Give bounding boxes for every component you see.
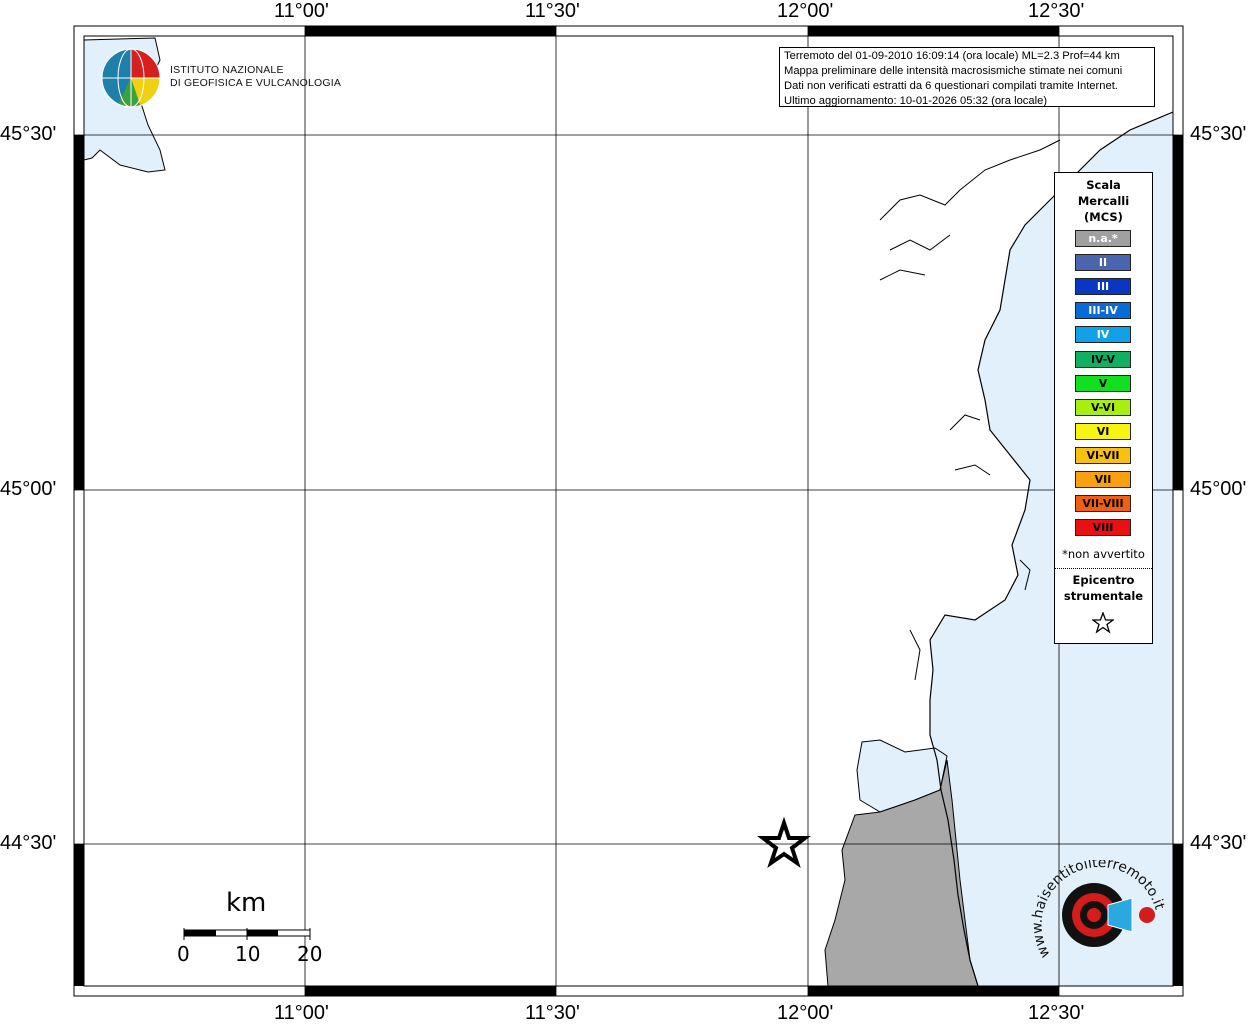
- event-info-line: Mappa preliminare delle intensità macros…: [784, 65, 1123, 77]
- event-info-line: Dati non verificati estratti da 6 questi…: [784, 80, 1118, 92]
- legend-item: V-VI: [1075, 398, 1131, 416]
- legend-item: III-IV: [1075, 302, 1131, 320]
- left-tick-label: 45°30': [0, 123, 57, 145]
- bottom-tick-label: 11°00': [274, 1002, 329, 1024]
- top-tick-label: 12°00': [777, 0, 834, 22]
- legend-item: II: [1075, 254, 1131, 272]
- legend-item: V: [1075, 374, 1131, 392]
- left-tick-label: 45°00': [0, 478, 57, 500]
- legend-title-line: (MCS): [1084, 210, 1123, 224]
- top-tick-label: 12°30': [1028, 0, 1085, 22]
- scale-unit: km: [226, 888, 267, 918]
- legend-title-line: Mercalli: [1077, 194, 1130, 208]
- right-tick-label: 44°30': [1190, 832, 1247, 854]
- legend-item: VIII: [1075, 519, 1131, 537]
- ingv-globe-icon: [101, 48, 161, 108]
- legend-item: IV: [1075, 326, 1131, 344]
- ingv-name-line: DI GEOFISICA E VULCANOLOGIA: [170, 77, 342, 89]
- top-tick-label: 11°00': [274, 0, 329, 22]
- right-tick-label: 45°00': [1190, 478, 1247, 500]
- legend-title-line: Scala: [1086, 178, 1121, 192]
- bottom-tick-label: 11°30': [525, 1002, 580, 1024]
- svg-text:www.haisentitoilterremoto.it: www.haisentitoilterremoto.it: [1030, 860, 1167, 960]
- legend-epicentre-line: strumentale: [1063, 589, 1144, 603]
- event-info-line: Ultimo aggiornamento: 10-01-2026 05:32 (…: [784, 95, 1048, 107]
- legend-item: VII-VIII: [1075, 495, 1131, 513]
- haisentito-logo-text: www.haisentitoilterremoto.it: [1030, 860, 1167, 960]
- legend-epicentre-label: Epicentro strumentale: [1055, 572, 1152, 604]
- scale-bar-graphic: [183, 928, 311, 940]
- legend-item: VII: [1075, 471, 1131, 488]
- legend-item: VI: [1075, 422, 1131, 440]
- bottom-tick-label: 12°00': [777, 1002, 834, 1024]
- ingv-name-line: ISTITUTO NAZIONALE: [170, 64, 284, 76]
- legend-item: n.a.*: [1075, 230, 1131, 247]
- legend-title: Scala Mercalli (MCS): [1055, 177, 1152, 225]
- legend-divider: [1055, 568, 1152, 569]
- event-info-line: Terremoto del 01-09-2010 16:09:14 (ora l…: [784, 50, 1120, 62]
- legend-item: IV-V: [1075, 350, 1131, 368]
- top-tick-label: 11°30': [525, 0, 580, 22]
- event-info-box: Terremoto del 01-09-2010 16:09:14 (ora l…: [779, 47, 1155, 107]
- brand-text: www.haisentitoilterremoto.it: [1030, 860, 1167, 960]
- scale-label: 10: [235, 942, 261, 966]
- left-tick-label: 44°30': [0, 832, 57, 854]
- legend-note: *non avvertito: [1062, 547, 1145, 561]
- scale-bar: km 0 10 20: [170, 886, 330, 976]
- intensity-legend: Scala Mercalli (MCS) n.a.* II III III-IV IV I…: [1054, 172, 1153, 644]
- legend-item: III: [1075, 278, 1131, 296]
- legend-item: VI-VII: [1075, 446, 1131, 464]
- right-tick-label: 45°30': [1190, 123, 1247, 145]
- bottom-tick-label: 12°30': [1028, 1002, 1085, 1024]
- scale-label: 20: [297, 942, 323, 966]
- legend-epicentre-line: Epicentro: [1072, 573, 1135, 587]
- legend-star-icon: [1092, 612, 1114, 634]
- scale-label: 0: [177, 942, 190, 966]
- ingv-name: ISTITUTO NAZIONALE DI GEOFISICA E VULCAN…: [170, 64, 341, 90]
